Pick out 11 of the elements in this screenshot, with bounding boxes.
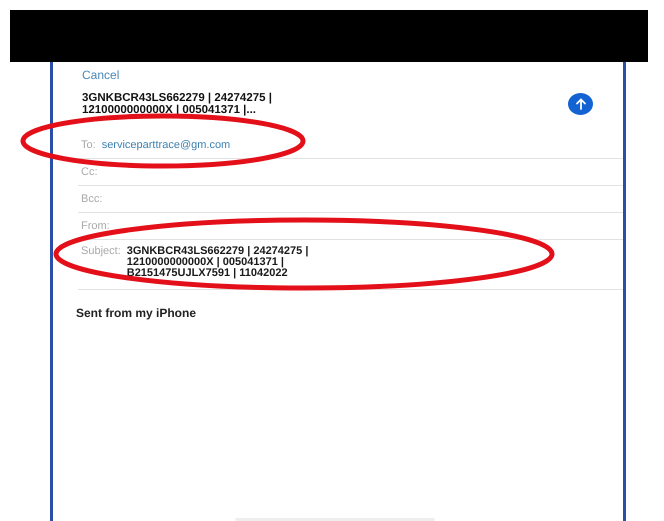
subject-text: 3GNKBCR43LS662279 | 24274275 | 1210000000000X | 005041371 | B2151475UJLX7591 | 11042022 [126, 246, 308, 279]
cancel-link[interactable]: Cancel [82, 68, 120, 82]
field-label: Bcc: [81, 194, 102, 205]
signature-text: Sent from my iPhone [76, 306, 196, 320]
field-label: Subject: [81, 246, 121, 257]
field-label: To: [81, 140, 96, 151]
arrow-up-icon [574, 98, 586, 110]
field-label: Cc: [81, 167, 98, 178]
send-button[interactable] [568, 93, 593, 115]
recipient-address: serviceparttrace@gm.com [102, 140, 230, 151]
field-label: From: [81, 221, 110, 232]
